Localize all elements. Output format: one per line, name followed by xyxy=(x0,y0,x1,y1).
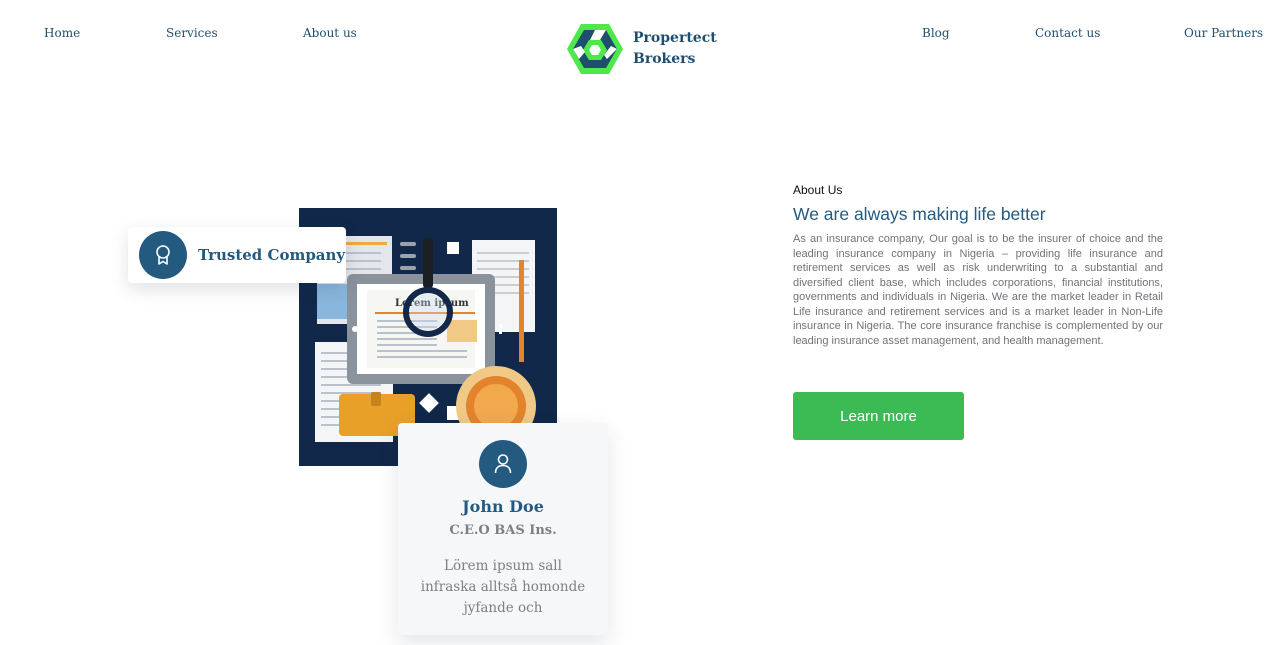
trusted-company-card: Trusted Company xyxy=(128,227,346,283)
brand-name-line2: Brokers xyxy=(633,51,696,67)
brand-name-line1: Propertect xyxy=(633,30,717,46)
learn-more-button[interactable]: Learn more xyxy=(793,392,964,440)
profile-role: C.E.O BAS Ins. xyxy=(449,523,557,538)
award-ribbon-icon xyxy=(139,231,187,279)
nav-blog[interactable]: Blog xyxy=(922,26,950,40)
profile-quote: Lörem ipsum sall infraska alltså homonde… xyxy=(420,558,586,616)
user-icon xyxy=(479,440,527,488)
brand-logo[interactable]: Propertect Brokers xyxy=(566,22,717,76)
trusted-company-label: Trusted Company xyxy=(198,246,346,264)
nav-about[interactable]: About us xyxy=(303,26,357,40)
hexagon-logo-icon xyxy=(567,24,623,74)
nav-services[interactable]: Services xyxy=(166,26,218,40)
about-section-label: About Us xyxy=(793,183,843,197)
profile-name: John Doe xyxy=(462,497,544,516)
about-heading: We are always making life better xyxy=(793,204,1046,224)
nav-contact[interactable]: Contact us xyxy=(1035,26,1100,40)
brand-name: Propertect Brokers xyxy=(633,28,717,70)
ceo-profile-card: John Doe C.E.O BAS Ins. Lörem ipsum sall… xyxy=(398,423,608,635)
about-description: As an insurance company, Our goal is to … xyxy=(793,233,1163,347)
nav-partners[interactable]: Our Partners xyxy=(1184,26,1263,40)
nav-home[interactable]: Home xyxy=(44,26,80,40)
